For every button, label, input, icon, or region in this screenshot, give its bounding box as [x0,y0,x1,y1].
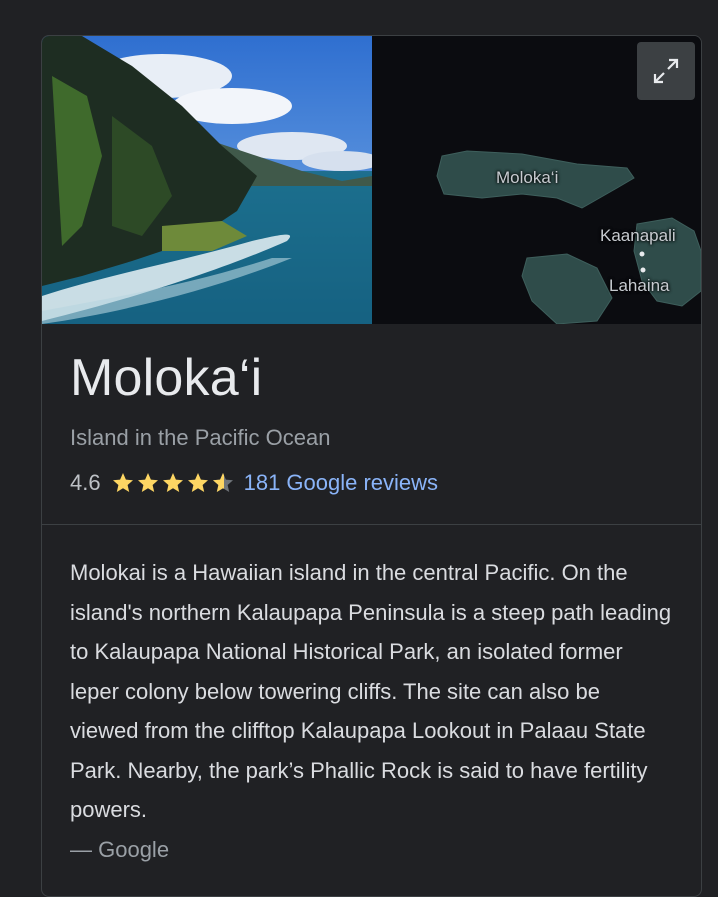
map-label-kaanapali: Kaanapali [600,226,676,245]
star-icon [187,473,208,492]
half-star-icon [212,473,233,492]
star-rating [111,471,236,495]
place-photo[interactable] [42,36,372,324]
cliff-photo-image [42,36,372,324]
place-subtitle: Island in the Pacific Ocean [70,425,331,450]
rating-row: 4.6 181 Google reviews [70,468,673,498]
star-icon [137,473,158,492]
google-reviews-link[interactable]: 181 Google reviews [244,470,438,496]
description-text: Molokai is a Hawaiian island in the cent… [70,560,672,822]
expand-map-button[interactable] [637,42,695,100]
star-icon [162,473,183,492]
map-label-molokai: Moloka‘i [496,168,559,187]
description-section: Molokai is a Hawaiian island in the cent… [42,525,701,869]
star-icon [112,473,133,492]
place-title: Moloka‘i [70,349,263,407]
media-header: Moloka‘i Kaanapali Lahaina [42,36,701,324]
rating-value: 4.6 [70,470,101,495]
description-source: — Google [70,836,170,862]
map-label-lahaina: Lahaina [609,276,670,295]
place-info: Moloka‘i Island in the Pacific Ocean 4.6… [42,346,701,498]
map-thumbnail[interactable]: Moloka‘i Kaanapali Lahaina [372,36,701,324]
expand-icon [653,58,679,84]
knowledge-panel: Moloka‘i Kaanapali Lahaina Moloka‘i Isla… [41,35,702,897]
